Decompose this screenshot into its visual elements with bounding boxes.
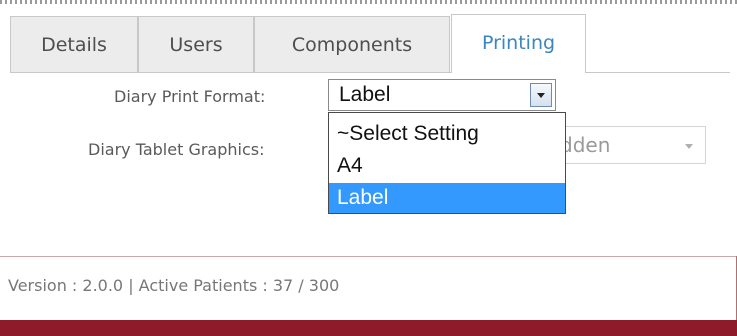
tab-details[interactable]: Details <box>10 16 138 72</box>
option-a4[interactable]: A4 <box>329 151 565 181</box>
tab-bar: Details Users Components Printing <box>10 14 730 73</box>
footer-divider <box>0 256 737 257</box>
footer-version-info: Version : 2.0.0 | Active Patients : 37 /… <box>8 276 340 295</box>
tab-components[interactable]: Components <box>254 16 450 72</box>
diary-tablet-graphics-label: Diary Tablet Graphics: <box>88 140 265 159</box>
diary-print-format-value: Label <box>339 83 391 106</box>
tab-printing[interactable]: Printing <box>451 14 586 73</box>
chevron-down-icon <box>685 144 693 149</box>
footer-bar <box>0 320 737 336</box>
diary-print-format-select[interactable]: Label <box>328 79 556 111</box>
diary-print-format-options: ~Select Setting A4 Label <box>328 112 566 214</box>
diary-tablet-graphics-value: dden <box>560 133 611 157</box>
top-dotted-border <box>0 0 737 4</box>
tab-users[interactable]: Users <box>138 16 254 72</box>
option-label[interactable]: Label <box>329 183 565 213</box>
option-select-setting[interactable]: ~Select Setting <box>329 119 565 149</box>
diary-print-format-label: Diary Print Format: <box>114 87 266 106</box>
dropdown-arrow-icon[interactable] <box>530 83 552 107</box>
